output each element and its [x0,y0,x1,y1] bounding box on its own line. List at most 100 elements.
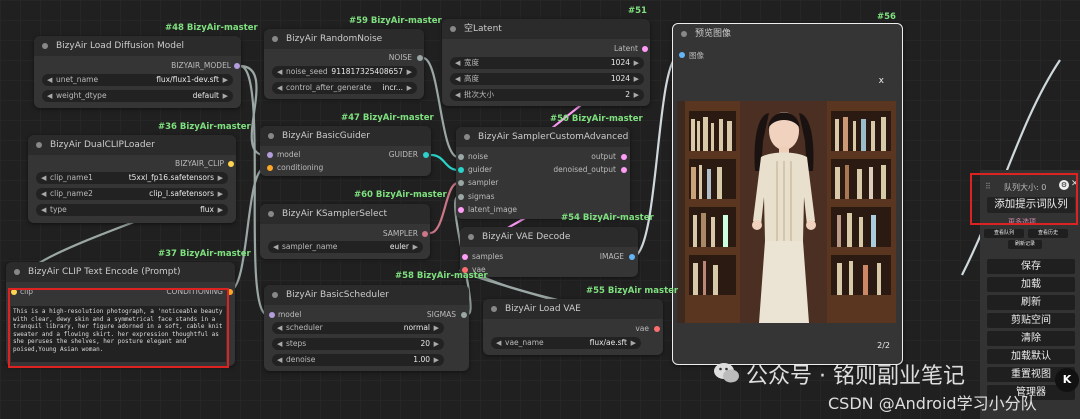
node-title: BizyAir Load VAE [505,304,581,314]
output-label: IMAGE [599,252,624,261]
view-history-button[interactable]: 查看历史 [1028,229,1068,238]
node-basic-guider[interactable]: BizyAir BasicGuider model conditioning G… [260,126,431,176]
widget-batch-size[interactable]: ◀ 批次大小 2 ▶ [450,89,644,101]
output-pin[interactable] [417,55,423,61]
preview-image [677,101,896,323]
node-badge-58: #58 BizyAir-master [395,271,488,281]
output-label: SAMPLER [382,229,418,238]
node-sampler-custom-advanced[interactable]: BizyAir SamplerCustomAdvanced noise guid… [456,127,630,219]
save-button[interactable]: 保存 [987,259,1075,274]
output-label: GUIDER [388,150,418,159]
widget-type[interactable]: ◀ type flux ▶ [36,204,228,216]
input-pin[interactable] [267,165,273,171]
node-basic-scheduler[interactable]: BizyAir BasicScheduler model SIGMAS ◀ sch… [264,285,469,371]
image-counter: 2/2 [877,341,890,350]
node-badge-56: #56 [877,12,896,22]
input-pin[interactable] [458,154,464,160]
output-pin[interactable] [642,46,648,52]
widget-clip-name2[interactable]: ◀ clip_name2 clip_l.safetensors ▶ [36,188,228,200]
node-title: 预览图像 [695,29,732,39]
node-title: BizyAir DualCLIPLoader [50,140,155,150]
load-button[interactable]: 加载 [987,277,1075,292]
node-empty-latent[interactable]: 空Latent Latent ◀ 宽度 1024 ▶ ◀ 高度 1024 ▶ ◀ 批次大小 2 ▶ [442,19,650,106]
node-preview-image[interactable]: 预览图像 图像 x 2/2 [672,23,903,365]
avatar: K [1055,368,1079,392]
widget-control-after-generate[interactable]: ◀ control_after_generate incr... ▶ [272,82,417,94]
wire-guider [430,153,459,172]
output-pin[interactable] [228,161,234,167]
widget-width[interactable]: ◀ 宽度 1024 ▶ [450,57,644,69]
output-pin[interactable] [654,326,660,332]
input-pin[interactable] [458,167,464,173]
input-pin[interactable] [458,180,464,186]
widget-sampler-name[interactable]: ◀ sampler_name euler ▶ [268,241,423,253]
node-badge-48: #48 BizyAir-master [165,23,258,33]
widget-height[interactable]: ◀ 高度 1024 ▶ [450,73,644,85]
output-pin[interactable] [621,167,627,173]
widget-vae-name[interactable]: ◀ vae_name flux/ae.sft ▶ [491,337,641,349]
output-pin[interactable] [621,154,627,160]
output-label: output [591,152,616,161]
wechat-watermark: 公众号 · 铭则副业笔记 [746,364,965,389]
node-badge-36: #36 BizyAir-master [158,122,251,132]
widget-noise-seed[interactable]: ◀ noise_seed 911817325408657 ▶ [272,66,417,78]
csdn-watermark: CSDN @Android学习小分队 [828,394,1037,413]
output-label: vae [635,324,649,333]
output-label: Latent [613,44,638,53]
widget-unet-name[interactable]: ◀ unet_name flux/flux1-dev.sft ▶ [42,74,233,86]
output-label: NOISE [388,53,412,62]
node-title: BizyAir KSamplerSelect [282,209,388,219]
input-pin[interactable] [458,194,464,200]
widget-weight-dtype[interactable]: ◀ weight_dtype default ▶ [42,90,233,102]
node-dual-clip-loader[interactable]: BizyAir DualCLIPLoader BIZYAIR_CLIP ◀ cli… [28,135,236,223]
node-title: BizyAir VAE Decode [482,232,571,242]
output-pin[interactable] [461,312,467,318]
widget-steps[interactable]: ◀ steps 20 ▶ [272,338,444,350]
input-pin[interactable] [462,254,468,260]
output-pin[interactable] [422,231,428,237]
input-pin[interactable] [269,312,275,318]
output-pin[interactable] [423,152,429,158]
widget-scheduler[interactable]: ◀ scheduler normal ▶ [272,322,444,334]
refresh-records-button[interactable]: 刷新记录 [1008,240,1042,249]
woman-figure [752,112,816,323]
node-badge-60: #60 BizyAir-master [354,190,447,200]
node-title: 空Latent [464,24,502,34]
clear-button[interactable]: 清除 [987,331,1075,346]
node-title: BizyAir BasicGuider [282,131,370,141]
clipspace-button[interactable]: 剪贴空间 [987,313,1075,328]
load-default-button[interactable]: 加载默认 [987,349,1075,364]
highlight-prompt-box [8,288,229,368]
widget-clip-name1[interactable]: ◀ clip_name1 t5xxl_fp16.safetensors ▶ [36,172,228,184]
node-title: BizyAir RandomNoise [286,34,383,44]
highlight-queue-box [970,173,1078,225]
input-label: noise [468,152,488,161]
input-label: guider [468,165,493,174]
node-load-vae[interactable]: BizyAir Load VAE vae ◀ vae_name flux/ae.sf… [483,299,663,355]
output-label: BIZYAIR_CLIP [175,159,224,168]
input-label: sigmas [468,192,495,201]
input-label: samples [472,252,504,261]
node-load-diffusion-model[interactable]: BizyAir Load Diffusion Model BIZYAIR_MOD… [34,36,241,108]
node-title: BizyAir BasicScheduler [286,290,389,300]
node-vae-decode[interactable]: BizyAir VAE Decode samples vae IMAGE [460,227,638,277]
input-label: model [278,310,302,319]
widget-denoise[interactable]: ◀ denoise 1.00 ▶ [272,354,444,366]
close-icon[interactable]: x [879,76,884,86]
input-pin[interactable] [458,207,464,213]
bookshelf-left [685,101,740,323]
node-badge-47: #47 BizyAir-master [341,113,434,123]
input-pin[interactable] [267,152,273,158]
output-label: BIZYAIR_MODEL [171,61,231,70]
wechat-icon [712,358,742,388]
output-pin[interactable] [629,254,635,260]
view-queue-button[interactable]: 查看队列 [984,229,1024,238]
node-badge-59: #59 BizyAir-master [349,16,442,26]
node-badge-37: #37 BizyAir-master [158,249,251,259]
input-pin[interactable] [679,52,685,58]
output-pin[interactable] [234,63,240,69]
node-random-noise[interactable]: BizyAir RandomNoise NOISE ◀ noise_seed 911… [264,29,424,99]
refresh-button[interactable]: 刷新 [987,295,1075,310]
node-ksampler-select[interactable]: BizyAir KSamplerSelect SAMPLER ◀ sampler_… [260,204,430,259]
node-title: BizyAir CLIP Text Encode (Prompt) [28,267,181,277]
